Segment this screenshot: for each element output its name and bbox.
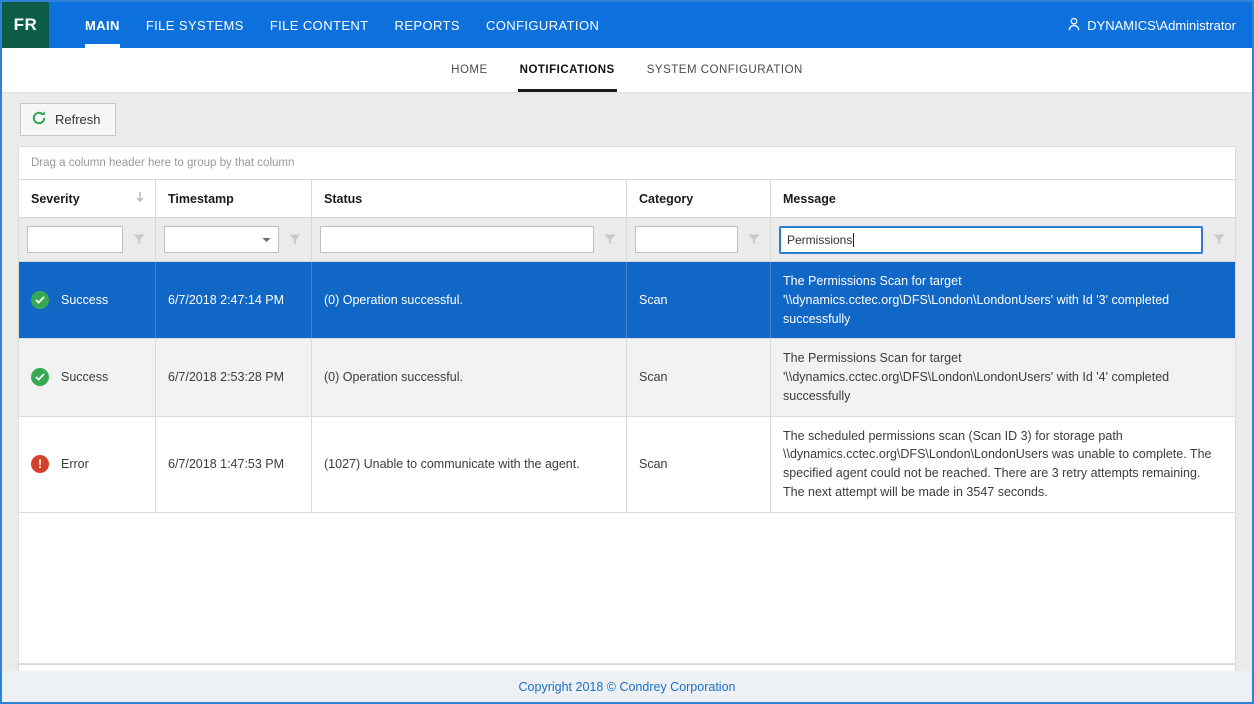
- funnel-icon: [604, 234, 616, 245]
- nav-item-reports[interactable]: REPORTS: [395, 2, 460, 48]
- status-value: (1027) Unable to communicate with the ag…: [312, 417, 627, 512]
- severity-filter-funnel-button[interactable]: [131, 232, 147, 247]
- notifications-grid: Drag a column header here to group by th…: [18, 146, 1236, 664]
- severity-value: Success: [61, 291, 108, 310]
- user-icon: [1067, 17, 1081, 34]
- status-filter-input[interactable]: [320, 226, 594, 253]
- filter-cell-category: [627, 218, 771, 261]
- column-header-message[interactable]: Message: [771, 180, 1235, 217]
- footer: Copyright 2018 © Condrey Corporation: [2, 671, 1252, 702]
- timestamp-filter-combo[interactable]: [164, 226, 279, 253]
- status-value: (0) Operation successful.: [312, 262, 627, 338]
- table-row[interactable]: ! Error 6/7/2018 1:47:53 PM (1027) Unabl…: [19, 417, 1235, 513]
- tab-home[interactable]: HOME: [451, 48, 488, 92]
- chevron-down-icon: [262, 237, 271, 243]
- message-filter-funnel-button[interactable]: [1211, 232, 1227, 247]
- content-area: Refresh Drag a column header here to gro…: [2, 93, 1252, 671]
- funnel-icon: [133, 234, 145, 245]
- filter-cell-timestamp: [156, 218, 312, 261]
- filter-row: Permissions: [19, 217, 1235, 262]
- page: FR MAIN FILE SYSTEMS FILE CONTENT REPORT…: [2, 2, 1252, 702]
- copyright-text: Copyright 2018 © Condrey Corporation: [519, 680, 736, 694]
- nav-item-configuration[interactable]: CONFIGURATION: [486, 2, 599, 48]
- timestamp-value: 6/7/2018 2:47:14 PM: [156, 262, 312, 338]
- message-filter-input[interactable]: Permissions: [779, 226, 1203, 254]
- status-filter-funnel-button[interactable]: [602, 232, 618, 247]
- nav-item-file-systems[interactable]: FILE SYSTEMS: [146, 2, 244, 48]
- table-row[interactable]: Success 6/7/2018 2:47:14 PM (0) Operatio…: [19, 262, 1235, 339]
- main-nav: MAIN FILE SYSTEMS FILE CONTENT REPORTS C…: [85, 2, 625, 48]
- column-header-status[interactable]: Status: [312, 180, 627, 217]
- severity-filter-input[interactable]: [27, 226, 123, 253]
- category-value: Scan: [627, 339, 771, 415]
- message-value: The Permissions Scan for target '\\dynam…: [771, 339, 1235, 415]
- header-row: Severity Timestamp Status Category Messa…: [19, 180, 1235, 217]
- filter-cell-status: [312, 218, 627, 261]
- refresh-button[interactable]: Refresh: [20, 103, 116, 136]
- funnel-icon: [1213, 234, 1225, 245]
- column-header-timestamp[interactable]: Timestamp: [156, 180, 312, 217]
- severity-value: Success: [61, 368, 108, 387]
- text-cursor: [853, 233, 854, 247]
- severity-value: Error: [61, 455, 89, 474]
- timestamp-value: 6/7/2018 1:47:53 PM: [156, 417, 312, 512]
- top-bar: FR MAIN FILE SYSTEMS FILE CONTENT REPORT…: [2, 2, 1252, 48]
- timestamp-filter-funnel-button[interactable]: [287, 232, 303, 247]
- category-filter-input[interactable]: [635, 226, 738, 253]
- tab-notifications[interactable]: NOTIFICATIONS: [520, 48, 615, 92]
- app-logo: FR: [2, 2, 49, 48]
- sub-nav: HOME NOTIFICATIONS SYSTEM CONFIGURATION: [2, 48, 1252, 93]
- filter-status-bar: Contains([Message], 'Permissions') Clear: [18, 664, 1236, 672]
- tab-system-configuration[interactable]: SYSTEM CONFIGURATION: [647, 48, 803, 92]
- filter-cell-severity: [19, 218, 156, 261]
- group-by-drop-zone: Drag a column header here to group by th…: [19, 147, 1235, 180]
- refresh-label: Refresh: [55, 112, 101, 127]
- success-icon: [31, 368, 49, 386]
- sort-desc-icon: [135, 191, 145, 206]
- toolbar: Refresh: [18, 93, 1236, 146]
- error-icon: !: [31, 455, 49, 473]
- user-name: DYNAMICS\Administrator: [1087, 18, 1236, 33]
- column-header-category[interactable]: Category: [627, 180, 771, 217]
- timestamp-value: 6/7/2018 2:53:28 PM: [156, 339, 312, 415]
- funnel-icon: [289, 234, 301, 245]
- success-icon: [31, 291, 49, 309]
- nav-item-main[interactable]: MAIN: [85, 2, 120, 48]
- table-row[interactable]: Success 6/7/2018 2:53:28 PM (0) Operatio…: [19, 339, 1235, 416]
- category-value: Scan: [627, 262, 771, 338]
- nav-item-file-content[interactable]: FILE CONTENT: [270, 2, 369, 48]
- message-value: The Permissions Scan for target '\\dynam…: [771, 262, 1235, 338]
- funnel-icon: [748, 234, 760, 245]
- category-value: Scan: [627, 417, 771, 512]
- category-filter-funnel-button[interactable]: [746, 232, 762, 247]
- filter-cell-message: Permissions: [771, 218, 1235, 261]
- message-value: The scheduled permissions scan (Scan ID …: [771, 417, 1235, 512]
- column-header-severity[interactable]: Severity: [19, 180, 156, 217]
- grid-empty-area: [19, 513, 1235, 663]
- user-menu[interactable]: DYNAMICS\Administrator: [1067, 2, 1252, 48]
- status-value: (0) Operation successful.: [312, 339, 627, 415]
- refresh-icon: [31, 110, 47, 129]
